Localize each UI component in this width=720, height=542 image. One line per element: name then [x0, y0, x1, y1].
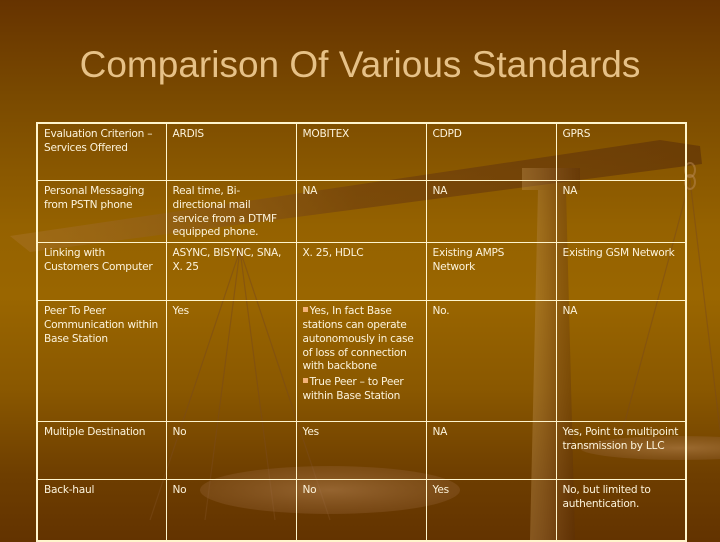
gprs-cell: NA — [555, 179, 687, 244]
cdpd-cell: Existing AMPS Network — [425, 242, 557, 302]
mobitex-cell: X. 25, HDLC — [295, 242, 427, 302]
ardis-cell: Yes — [165, 300, 297, 423]
header-cell-gprs: GPRS — [555, 122, 687, 181]
bullet-item: Yes, In fact Base stations can operate a… — [302, 305, 420, 374]
ardis-cell: No — [165, 421, 297, 481]
comparison-table: Evaluation Criterion – Services Offered … — [36, 122, 687, 542]
ardis-cell: ASYNC, BISYNC, SNA, X. 25 — [165, 242, 297, 302]
ardis-cell: No — [165, 479, 297, 542]
header-cell-cdpd: CDPD — [425, 122, 557, 181]
gprs-cell: Existing GSM Network — [555, 242, 687, 302]
cdpd-cell: No. — [425, 300, 557, 423]
header-cell-mobitex: MOBITEX — [295, 122, 427, 181]
mobitex-cell: No — [295, 479, 427, 542]
mobitex-cell: Yes, In fact Base stations can operate a… — [295, 300, 427, 423]
table-row: Back-haul No No Yes No, but limited to a… — [36, 479, 687, 542]
criterion-cell: Linking with Customers Computer — [36, 242, 167, 302]
table-row: Personal Messaging from PSTN phone Real … — [36, 179, 687, 244]
square-bullet-icon — [302, 378, 308, 384]
table-row: Peer To Peer Communication within Base S… — [36, 300, 687, 423]
criterion-cell: Peer To Peer Communication within Base S… — [36, 300, 167, 423]
cdpd-cell: Yes — [425, 479, 557, 542]
criterion-cell: Personal Messaging from PSTN phone — [36, 179, 167, 244]
criterion-cell: Back-haul — [36, 479, 167, 542]
mobitex-cell: Yes — [295, 421, 427, 481]
table-row: Linking with Customers Computer ASYNC, B… — [36, 242, 687, 302]
header-cell-criterion: Evaluation Criterion – Services Offered — [36, 122, 167, 181]
mobitex-cell: NA — [295, 179, 427, 244]
gprs-cell: NA — [555, 300, 687, 423]
cdpd-cell: NA — [425, 179, 557, 244]
header-cell-ardis: ARDIS — [165, 122, 297, 181]
ardis-cell: Real time, Bi-directional mail service f… — [165, 179, 297, 244]
square-bullet-icon — [302, 307, 308, 313]
table-row: Multiple Destination No Yes NA Yes, Poin… — [36, 421, 687, 481]
bullet-item: True Peer – to Peer within Base Station — [302, 376, 420, 404]
slide-title: Comparison Of Various Standards — [79, 44, 641, 85]
bullet-text: True Peer – to Peer within Base Station — [302, 376, 404, 402]
gprs-cell: No, but limited to authentication. — [555, 479, 687, 542]
gprs-cell: Yes, Point to multipoint transmission by… — [555, 421, 687, 481]
bullet-text: Yes, In fact Base stations can operate a… — [302, 305, 414, 373]
criterion-cell: Multiple Destination — [36, 421, 167, 481]
cdpd-cell: NA — [425, 421, 557, 481]
table-header-row: Evaluation Criterion – Services Offered … — [36, 122, 687, 181]
